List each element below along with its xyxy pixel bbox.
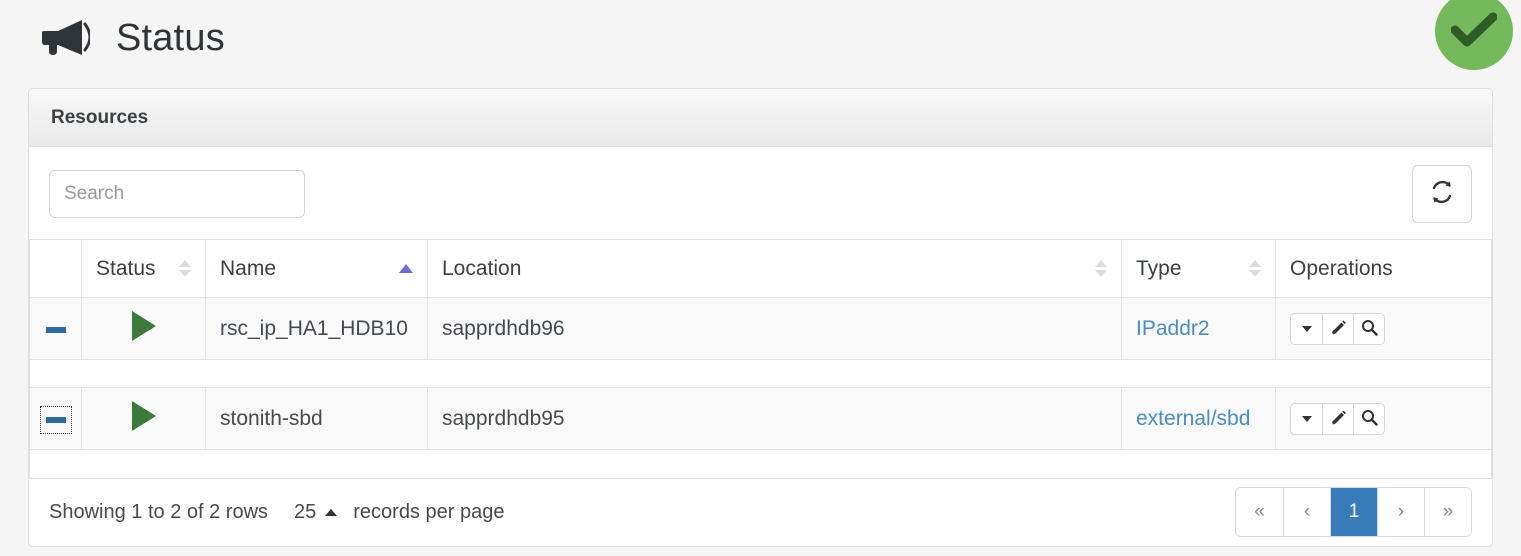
sort-ascending-icon [399, 264, 413, 273]
table-body: rsc_ip_HA1_HDB10 sapprdhdb96 IPaddr2 sto… [29, 297, 1492, 478]
row-location-cell: sapprdhdb95 [427, 387, 1122, 450]
column-header-location[interactable]: Location [427, 239, 1122, 298]
operations-dropdown-button[interactable] [1291, 313, 1322, 344]
row-toggle-cell [29, 387, 82, 450]
panel-title: Resources [51, 106, 149, 128]
megaphone-icon [36, 16, 92, 60]
minus-icon[interactable] [39, 405, 72, 434]
table-footer: Showing 1 to 2 of 2 rows 25 records per … [29, 477, 1492, 546]
edit-resource-button[interactable] [1322, 403, 1353, 434]
pagination-page-1[interactable]: 1 [1330, 488, 1377, 536]
per-page-label: records per page [353, 500, 505, 523]
resources-table: Status Name Location Type Operations rsc… [29, 239, 1492, 478]
pagination-next[interactable]: › [1377, 488, 1424, 536]
column-label-status: Status [96, 256, 156, 280]
row-name-cell: stonith-sbd [205, 387, 428, 450]
operations-dropdown-button[interactable] [1291, 403, 1322, 434]
column-header-status[interactable]: Status [81, 239, 206, 298]
search-input[interactable] [49, 170, 305, 218]
row-detail-cell [29, 449, 1492, 478]
page-title: Status [116, 16, 225, 59]
resources-panel: Resources Status [28, 88, 1493, 547]
caret-up-icon [325, 508, 338, 516]
pagination-last[interactable]: » [1424, 488, 1471, 536]
pencil-icon [1330, 319, 1347, 339]
column-label-operations: Operations [1290, 256, 1393, 280]
table-toolbar [29, 147, 1492, 239]
table-header-row: Status Name Location Type Operations [29, 239, 1492, 298]
magnifier-icon [1361, 319, 1378, 339]
table-row: rsc_ip_HA1_HDB10 sapprdhdb96 IPaddr2 [29, 297, 1492, 360]
magnifier-icon [1361, 409, 1378, 429]
play-icon [131, 310, 156, 341]
row-detail-area [29, 359, 1492, 388]
page-size-value: 25 [294, 500, 317, 523]
sort-both-icon [1249, 260, 1261, 277]
column-header-toggle [29, 239, 82, 298]
pencil-icon [1330, 409, 1347, 429]
panel-header: Resources [29, 89, 1492, 147]
refresh-icon [1429, 179, 1455, 210]
page-header: Status [0, 0, 1521, 76]
row-detail-area [29, 449, 1492, 478]
row-operations-cell [1275, 297, 1492, 360]
pagination-info-group: Showing 1 to 2 of 2 rows 25 records per … [49, 501, 504, 524]
sort-both-icon [1095, 260, 1107, 277]
check-circle-icon [1450, 11, 1498, 52]
table-row: stonith-sbd sapprdhdb95 external/sbd [29, 387, 1492, 450]
row-status-cell [81, 297, 206, 360]
column-header-name[interactable]: Name [205, 239, 428, 298]
pagination-prev[interactable]: ‹ [1283, 488, 1330, 536]
pagination-first[interactable]: « [1236, 488, 1283, 536]
row-toggle-cell [29, 297, 82, 360]
status-badge [1435, 0, 1513, 70]
row-operations-cell [1275, 387, 1492, 450]
resource-type-link[interactable]: IPaddr2 [1136, 317, 1210, 340]
operations-button-group [1290, 312, 1385, 345]
sort-both-icon [179, 260, 191, 277]
inspect-resource-button[interactable] [1353, 403, 1384, 434]
row-name-cell: rsc_ip_HA1_HDB10 [205, 297, 428, 360]
minus-icon[interactable] [41, 317, 71, 343]
row-type-cell: IPaddr2 [1121, 297, 1276, 360]
edit-resource-button[interactable] [1322, 313, 1353, 344]
column-label-name: Name [220, 256, 277, 280]
row-location-cell: sapprdhdb96 [427, 297, 1122, 360]
column-header-operations: Operations [1275, 239, 1492, 298]
table-head: Status Name Location Type Operations [29, 239, 1492, 298]
caret-down-icon [1301, 415, 1312, 422]
page-size-select[interactable]: 25 [294, 500, 338, 524]
operations-button-group [1290, 402, 1385, 435]
column-label-location: Location [442, 256, 522, 280]
rows-info: Showing 1 to 2 of 2 rows [49, 500, 269, 523]
play-icon [131, 400, 156, 431]
column-header-type[interactable]: Type [1121, 239, 1276, 298]
row-type-cell: external/sbd [1121, 387, 1276, 450]
row-detail-cell [29, 359, 1492, 388]
resource-type-link[interactable]: external/sbd [1136, 407, 1250, 430]
caret-down-icon [1301, 325, 1312, 332]
pagination: « ‹ 1 › » [1235, 487, 1472, 537]
row-status-cell [81, 387, 206, 450]
inspect-resource-button[interactable] [1353, 313, 1384, 344]
refresh-button[interactable] [1412, 165, 1472, 223]
column-label-type: Type [1136, 256, 1182, 280]
